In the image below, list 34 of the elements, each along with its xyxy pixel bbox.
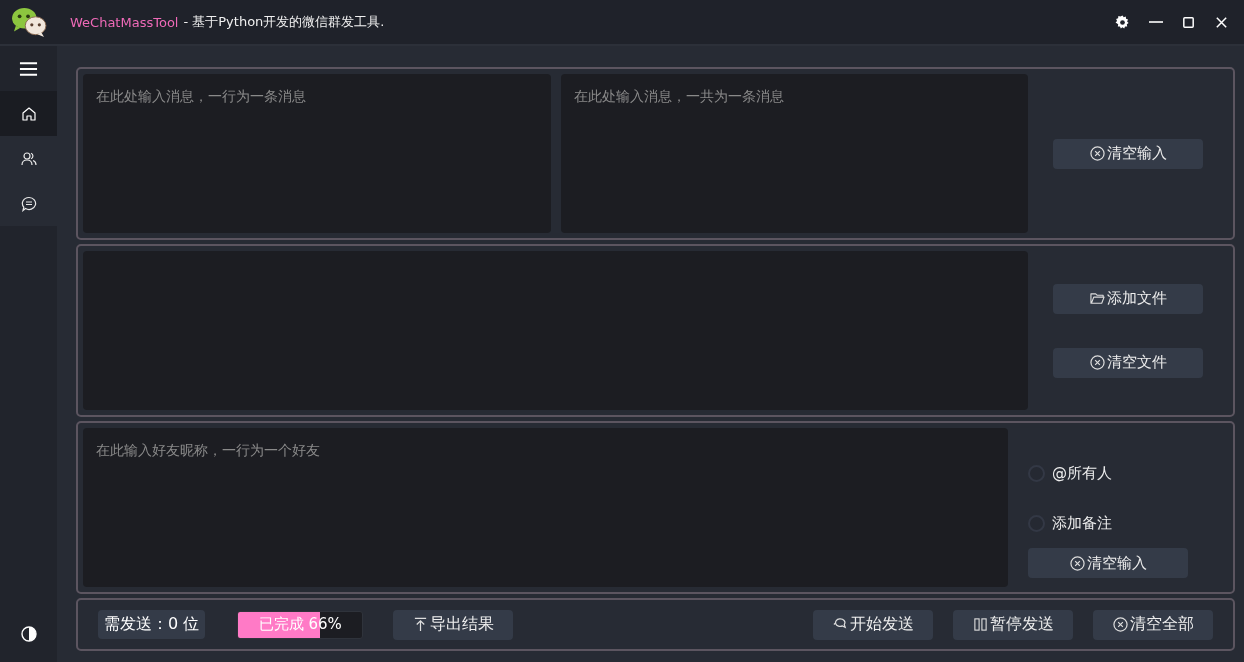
- close-icon: [1214, 14, 1229, 30]
- settings-icon: [1115, 14, 1130, 30]
- friend-input-field[interactable]: 在此输入好友昵称，一行为一个好友: [83, 428, 1008, 587]
- clear-button[interactable]: 清空输入: [1028, 548, 1188, 578]
- contrast-icon: [20, 625, 37, 642]
- minimize-icon: [1148, 21, 1163, 23]
- clear-button[interactable]: 清空输入: [1053, 138, 1203, 169]
- nav-item[interactable]: [0, 91, 57, 136]
- export-button[interactable]: 导出结果: [393, 609, 514, 640]
- app-name: WeChatMassTool: [70, 14, 179, 30]
- people-icon: [20, 150, 37, 167]
- close-circle-icon: [1089, 146, 1105, 161]
- home-icon: [20, 105, 37, 122]
- clear-button[interactable]: 清空全部: [1093, 609, 1213, 640]
- folder-icon: [1089, 291, 1105, 306]
- logo-icon: [10, 6, 48, 38]
- start-button[interactable]: 开始发送: [813, 609, 933, 640]
- close-circle-icon: [1069, 555, 1085, 571]
- pause-icon: [972, 617, 988, 632]
- close-circle-icon: [1112, 617, 1128, 632]
- maximize-icon: [1181, 14, 1196, 30]
- add-button[interactable]: 添加文件: [1053, 283, 1203, 314]
- count-label: 需发送：0 位: [98, 610, 206, 639]
- clear-button[interactable]: 清空文件: [1053, 347, 1203, 378]
- message-input-field[interactable]: 在此处输入消息，一共为一条消息: [560, 74, 1028, 233]
- pause-button[interactable]: 暂停发送: [953, 609, 1073, 640]
- option-label: @所有人: [1052, 463, 1112, 483]
- close-circle-icon: [1089, 355, 1105, 370]
- chat-icon: [20, 195, 37, 212]
- message-input-field[interactable]: 在此处输入消息，一行为一条消息: [83, 74, 551, 233]
- option-label: 添加备注: [1052, 513, 1112, 533]
- window-title: - 基于Python开发的微信群发工具.: [183, 13, 385, 31]
- menu-icon: [19, 60, 38, 77]
- upload-icon: [412, 617, 428, 632]
